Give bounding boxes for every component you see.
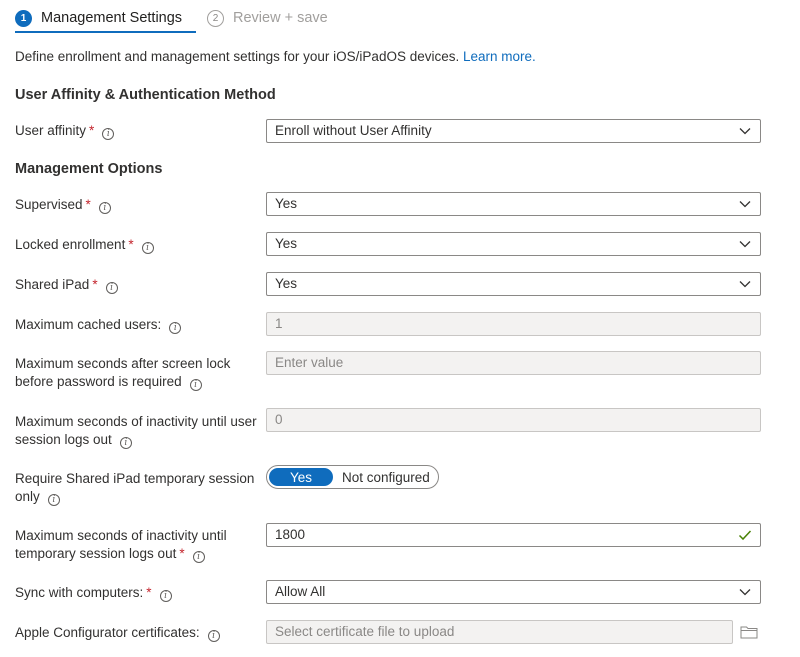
info-icon[interactable]: i — [119, 437, 132, 449]
required-marker: * — [85, 197, 91, 212]
dropdown-value: Allow All — [275, 584, 326, 599]
input-placeholder: Enter value — [275, 355, 344, 370]
max-cached-users-input[interactable]: 1 — [266, 312, 761, 336]
label-text: Maximum seconds of inactivity until user… — [15, 414, 257, 447]
info-icon[interactable]: i — [105, 282, 118, 294]
input-placeholder: Select certificate file to upload — [275, 624, 455, 639]
tab-review-save[interactable]: 2 Review + save — [207, 8, 328, 28]
user-affinity-dropdown[interactable]: Enroll without User Affinity — [266, 119, 761, 143]
label-text: Apple Configurator certificates: — [15, 625, 200, 640]
input-value: 0 — [275, 412, 283, 427]
info-icon[interactable]: i — [98, 202, 111, 214]
toggle-option-yes[interactable]: Yes — [269, 468, 333, 486]
required-marker: * — [92, 277, 98, 292]
toggle-option-not-configured[interactable]: Not configured — [342, 470, 430, 485]
chevron-down-icon — [739, 201, 751, 208]
max-seconds-user-session-label: Maximum seconds of inactivity until user… — [15, 413, 260, 449]
sync-with-computers-dropdown[interactable]: Allow All — [266, 580, 761, 604]
label-text: Locked enrollment — [15, 237, 126, 252]
active-tab-underline — [15, 31, 196, 33]
sync-with-computers-label: Sync with computers: * i — [15, 584, 260, 602]
max-seconds-user-session-input[interactable]: 0 — [266, 408, 761, 432]
info-icon[interactable]: i — [141, 242, 154, 254]
required-marker: * — [89, 123, 95, 138]
supervised-label: Supervised * i — [15, 196, 260, 214]
input-value: 1800 — [275, 527, 306, 542]
label-text: User affinity — [15, 123, 87, 138]
checkmark-icon — [738, 530, 752, 541]
max-seconds-screen-lock-input[interactable]: Enter value — [266, 351, 761, 375]
locked-enrollment-label: Locked enrollment * i — [15, 236, 260, 254]
chevron-down-icon — [739, 589, 751, 596]
locked-enrollment-dropdown[interactable]: Yes — [266, 232, 761, 256]
step-number-badge: 1 — [15, 9, 32, 27]
dropdown-value: Yes — [275, 236, 298, 251]
section-title-auth: User Affinity & Authentication Method — [15, 87, 276, 103]
intro-text: Define enrollment and management setting… — [15, 49, 536, 64]
certificate-file-input[interactable]: Select certificate file to upload — [266, 620, 733, 644]
info-icon[interactable]: i — [47, 494, 60, 506]
required-marker: * — [146, 585, 152, 600]
chevron-down-icon — [739, 128, 751, 135]
learn-more-link[interactable]: Learn more. — [463, 49, 536, 64]
user-affinity-label: User affinity * i — [15, 122, 260, 140]
info-icon[interactable]: i — [192, 551, 205, 563]
supervised-dropdown[interactable]: Yes — [266, 192, 761, 216]
chevron-down-icon — [739, 241, 751, 248]
apple-configurator-label: Apple Configurator certificates: i — [15, 624, 260, 642]
info-icon[interactable]: i — [207, 630, 220, 642]
intro-description: Define enrollment and management setting… — [15, 49, 460, 64]
dropdown-value: Yes — [275, 196, 298, 211]
required-marker: * — [128, 237, 134, 252]
tab-label: Review + save — [233, 10, 328, 26]
tab-label: Management Settings — [41, 10, 183, 26]
info-icon[interactable]: i — [169, 322, 182, 334]
max-cached-users-label: Maximum cached users: i — [15, 316, 260, 334]
max-seconds-temp-session-input[interactable]: 1800 — [266, 523, 761, 547]
label-text: Sync with computers: — [15, 585, 144, 600]
tab-management-settings[interactable]: 1 Management Settings — [15, 8, 182, 28]
max-seconds-screen-lock-label: Maximum seconds after screen lock before… — [15, 355, 260, 391]
label-text: Shared iPad — [15, 277, 90, 292]
max-seconds-temp-session-label: Maximum seconds of inactivity until temp… — [15, 527, 245, 563]
info-icon[interactable]: i — [102, 128, 115, 140]
required-marker: * — [179, 546, 185, 561]
dropdown-value: Yes — [275, 276, 298, 291]
label-text: Maximum cached users: — [15, 317, 162, 332]
shared-ipad-label: Shared iPad * i — [15, 276, 260, 294]
wizard-tabs: 1 Management Settings 2 Review + save — [0, 0, 800, 36]
dropdown-value: Enroll without User Affinity — [275, 123, 432, 138]
folder-icon — [740, 626, 758, 639]
require-temp-session-label: Require Shared iPad temporary session on… — [15, 470, 255, 506]
shared-ipad-dropdown[interactable]: Yes — [266, 272, 761, 296]
label-text: Supervised — [15, 197, 83, 212]
info-icon[interactable]: i — [159, 590, 172, 602]
info-icon[interactable]: i — [189, 379, 202, 391]
section-title-management: Management Options — [15, 161, 163, 177]
chevron-down-icon — [739, 281, 751, 288]
input-value: 1 — [275, 316, 283, 331]
step-number-badge: 2 — [207, 9, 224, 27]
browse-folder-button[interactable] — [737, 620, 761, 644]
require-temp-session-toggle[interactable]: Yes Not configured — [266, 465, 439, 489]
